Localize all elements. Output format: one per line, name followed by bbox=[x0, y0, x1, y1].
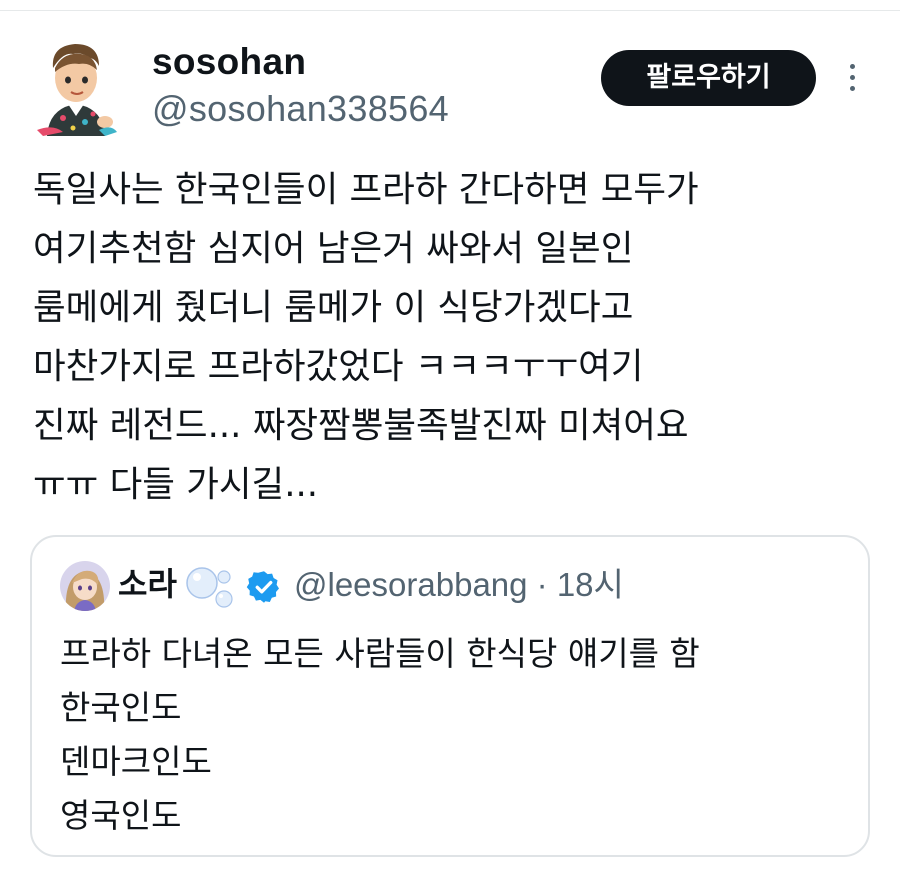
top-divider bbox=[0, 10, 900, 11]
anime-avatar-icon bbox=[60, 561, 110, 611]
author-display-name[interactable]: sosohan bbox=[152, 40, 306, 84]
bubble-emoji-icon bbox=[186, 567, 233, 608]
quoted-tweet-text: 프라하 다녀온 모든 사람들이 한식당 얘기를 함 한국인도 덴마크인도 영국인… bbox=[60, 634, 700, 835]
more-vertical-icon[interactable] bbox=[845, 62, 861, 94]
quoted-author-avatar[interactable] bbox=[60, 561, 110, 611]
meta-separator: · bbox=[527, 566, 557, 603]
cartoon-avatar-icon bbox=[37, 44, 117, 136]
tweet-text: 독일사는 한국인들이 프라하 간다하면 모두가 여기추천함 심지어 남은거 싸와… bbox=[33, 169, 699, 505]
verified-badge-icon bbox=[246, 571, 279, 603]
quoted-author-handle[interactable]: @leesorabbang bbox=[294, 566, 528, 603]
quoted-tweet-time[interactable]: 18시 bbox=[557, 566, 624, 603]
author-handle[interactable]: @sosohan338564 bbox=[152, 88, 449, 130]
quoted-tweet-card[interactable]: 소라 @leesorabbang · 18시 프라하 다녀온 모든 사람들이 한… bbox=[30, 535, 870, 857]
follow-button[interactable]: 팔로우하기 bbox=[601, 50, 816, 106]
quoted-author-meta: @leesorabbang · 18시 bbox=[294, 563, 624, 607]
quoted-author-name[interactable]: 소라 bbox=[118, 561, 177, 607]
author-avatar[interactable] bbox=[33, 38, 117, 136]
